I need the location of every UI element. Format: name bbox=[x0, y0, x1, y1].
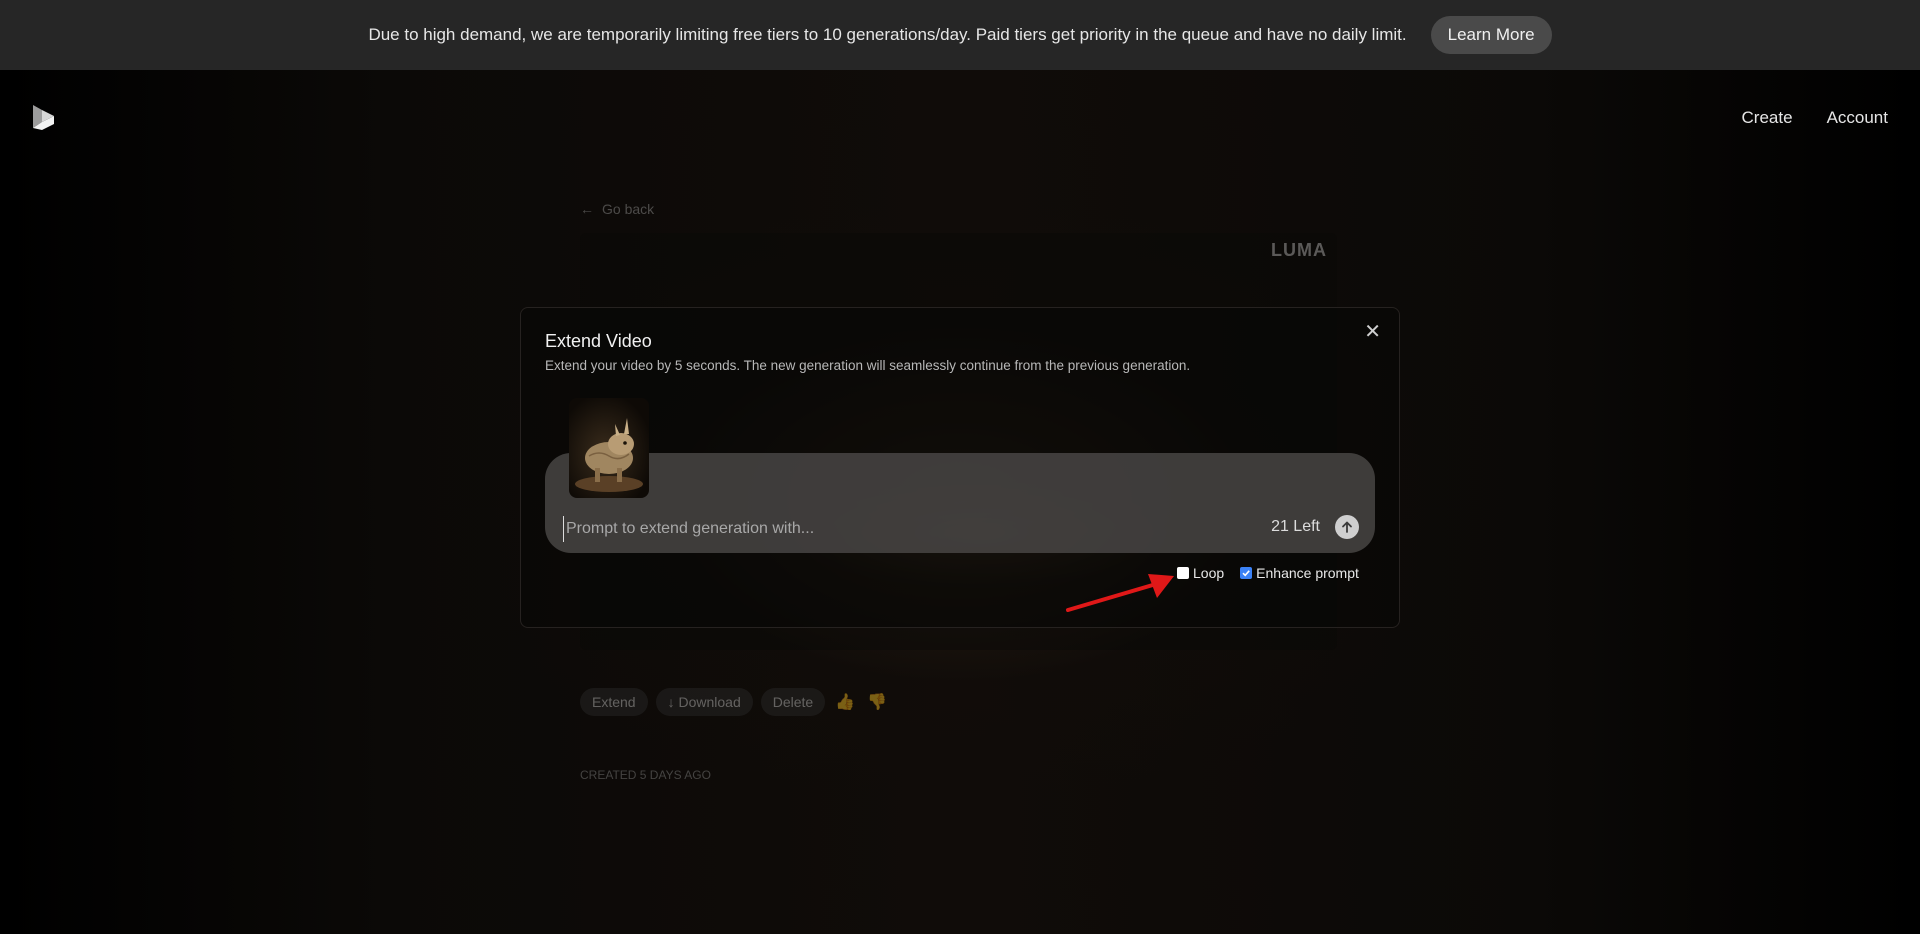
arrow-left-icon: ← bbox=[580, 201, 594, 217]
check-icon bbox=[1242, 570, 1250, 577]
banner-message: Due to high demand, we are temporarily l… bbox=[368, 25, 1407, 44]
generations-left-count: 21 Left bbox=[1271, 518, 1320, 535]
luma-logo-icon[interactable] bbox=[30, 102, 58, 132]
loop-option[interactable]: Loop bbox=[1177, 565, 1224, 581]
source-video-thumbnail bbox=[569, 398, 649, 498]
extend-options: Loop Enhance prompt bbox=[1177, 565, 1375, 581]
enhance-prompt-label: Enhance prompt bbox=[1256, 565, 1359, 581]
loop-label: Loop bbox=[1193, 565, 1225, 581]
enhance-prompt-option[interactable]: Enhance prompt bbox=[1240, 565, 1359, 581]
dialog-title: Extend Video bbox=[545, 331, 652, 351]
announcement-banner: Due to high demand, we are temporarily l… bbox=[0, 0, 1920, 70]
nav-create[interactable]: Create bbox=[1742, 108, 1793, 128]
thumbs-up-icon[interactable]: 👍 bbox=[833, 692, 857, 712]
dialog-subtitle: Extend your video by 5 seconds. The new … bbox=[545, 358, 1191, 373]
created-timestamp: CREATED 5 DAYS AGO bbox=[580, 768, 711, 782]
top-nav: Create Account bbox=[1742, 108, 1888, 128]
download-label: Download bbox=[678, 694, 741, 710]
submit-button[interactable] bbox=[1335, 515, 1359, 539]
luma-watermark: LUMA bbox=[1271, 240, 1327, 260]
video-actions: Extend ↓ Download Delete 👍 👎 bbox=[580, 688, 889, 716]
download-arrow-icon: ↓ bbox=[667, 694, 679, 710]
enhance-prompt-checkbox[interactable] bbox=[1240, 567, 1253, 579]
prompt-container: 21 Left bbox=[545, 453, 1375, 553]
toad-thumbnail-image bbox=[569, 398, 649, 498]
go-back-link[interactable]: ← Go back bbox=[580, 201, 654, 217]
extend-video-dialog: Extend Video Extend your video by 5 seco… bbox=[520, 307, 1400, 628]
download-button[interactable]: ↓ Download bbox=[655, 688, 753, 716]
thumbs-down-icon[interactable]: 👎 bbox=[865, 692, 889, 712]
annotation-arrow bbox=[1066, 574, 1174, 612]
delete-button[interactable]: Delete bbox=[760, 688, 826, 716]
close-icon[interactable]: ✕ bbox=[1364, 322, 1381, 342]
extend-prompt-input[interactable] bbox=[563, 516, 1228, 542]
arrow-up-icon bbox=[1342, 521, 1352, 533]
go-back-label: Go back bbox=[602, 201, 655, 217]
nav-account[interactable]: Account bbox=[1827, 108, 1888, 128]
extend-button[interactable]: Extend bbox=[580, 688, 648, 716]
learn-more-button[interactable]: Learn More bbox=[1430, 16, 1552, 54]
